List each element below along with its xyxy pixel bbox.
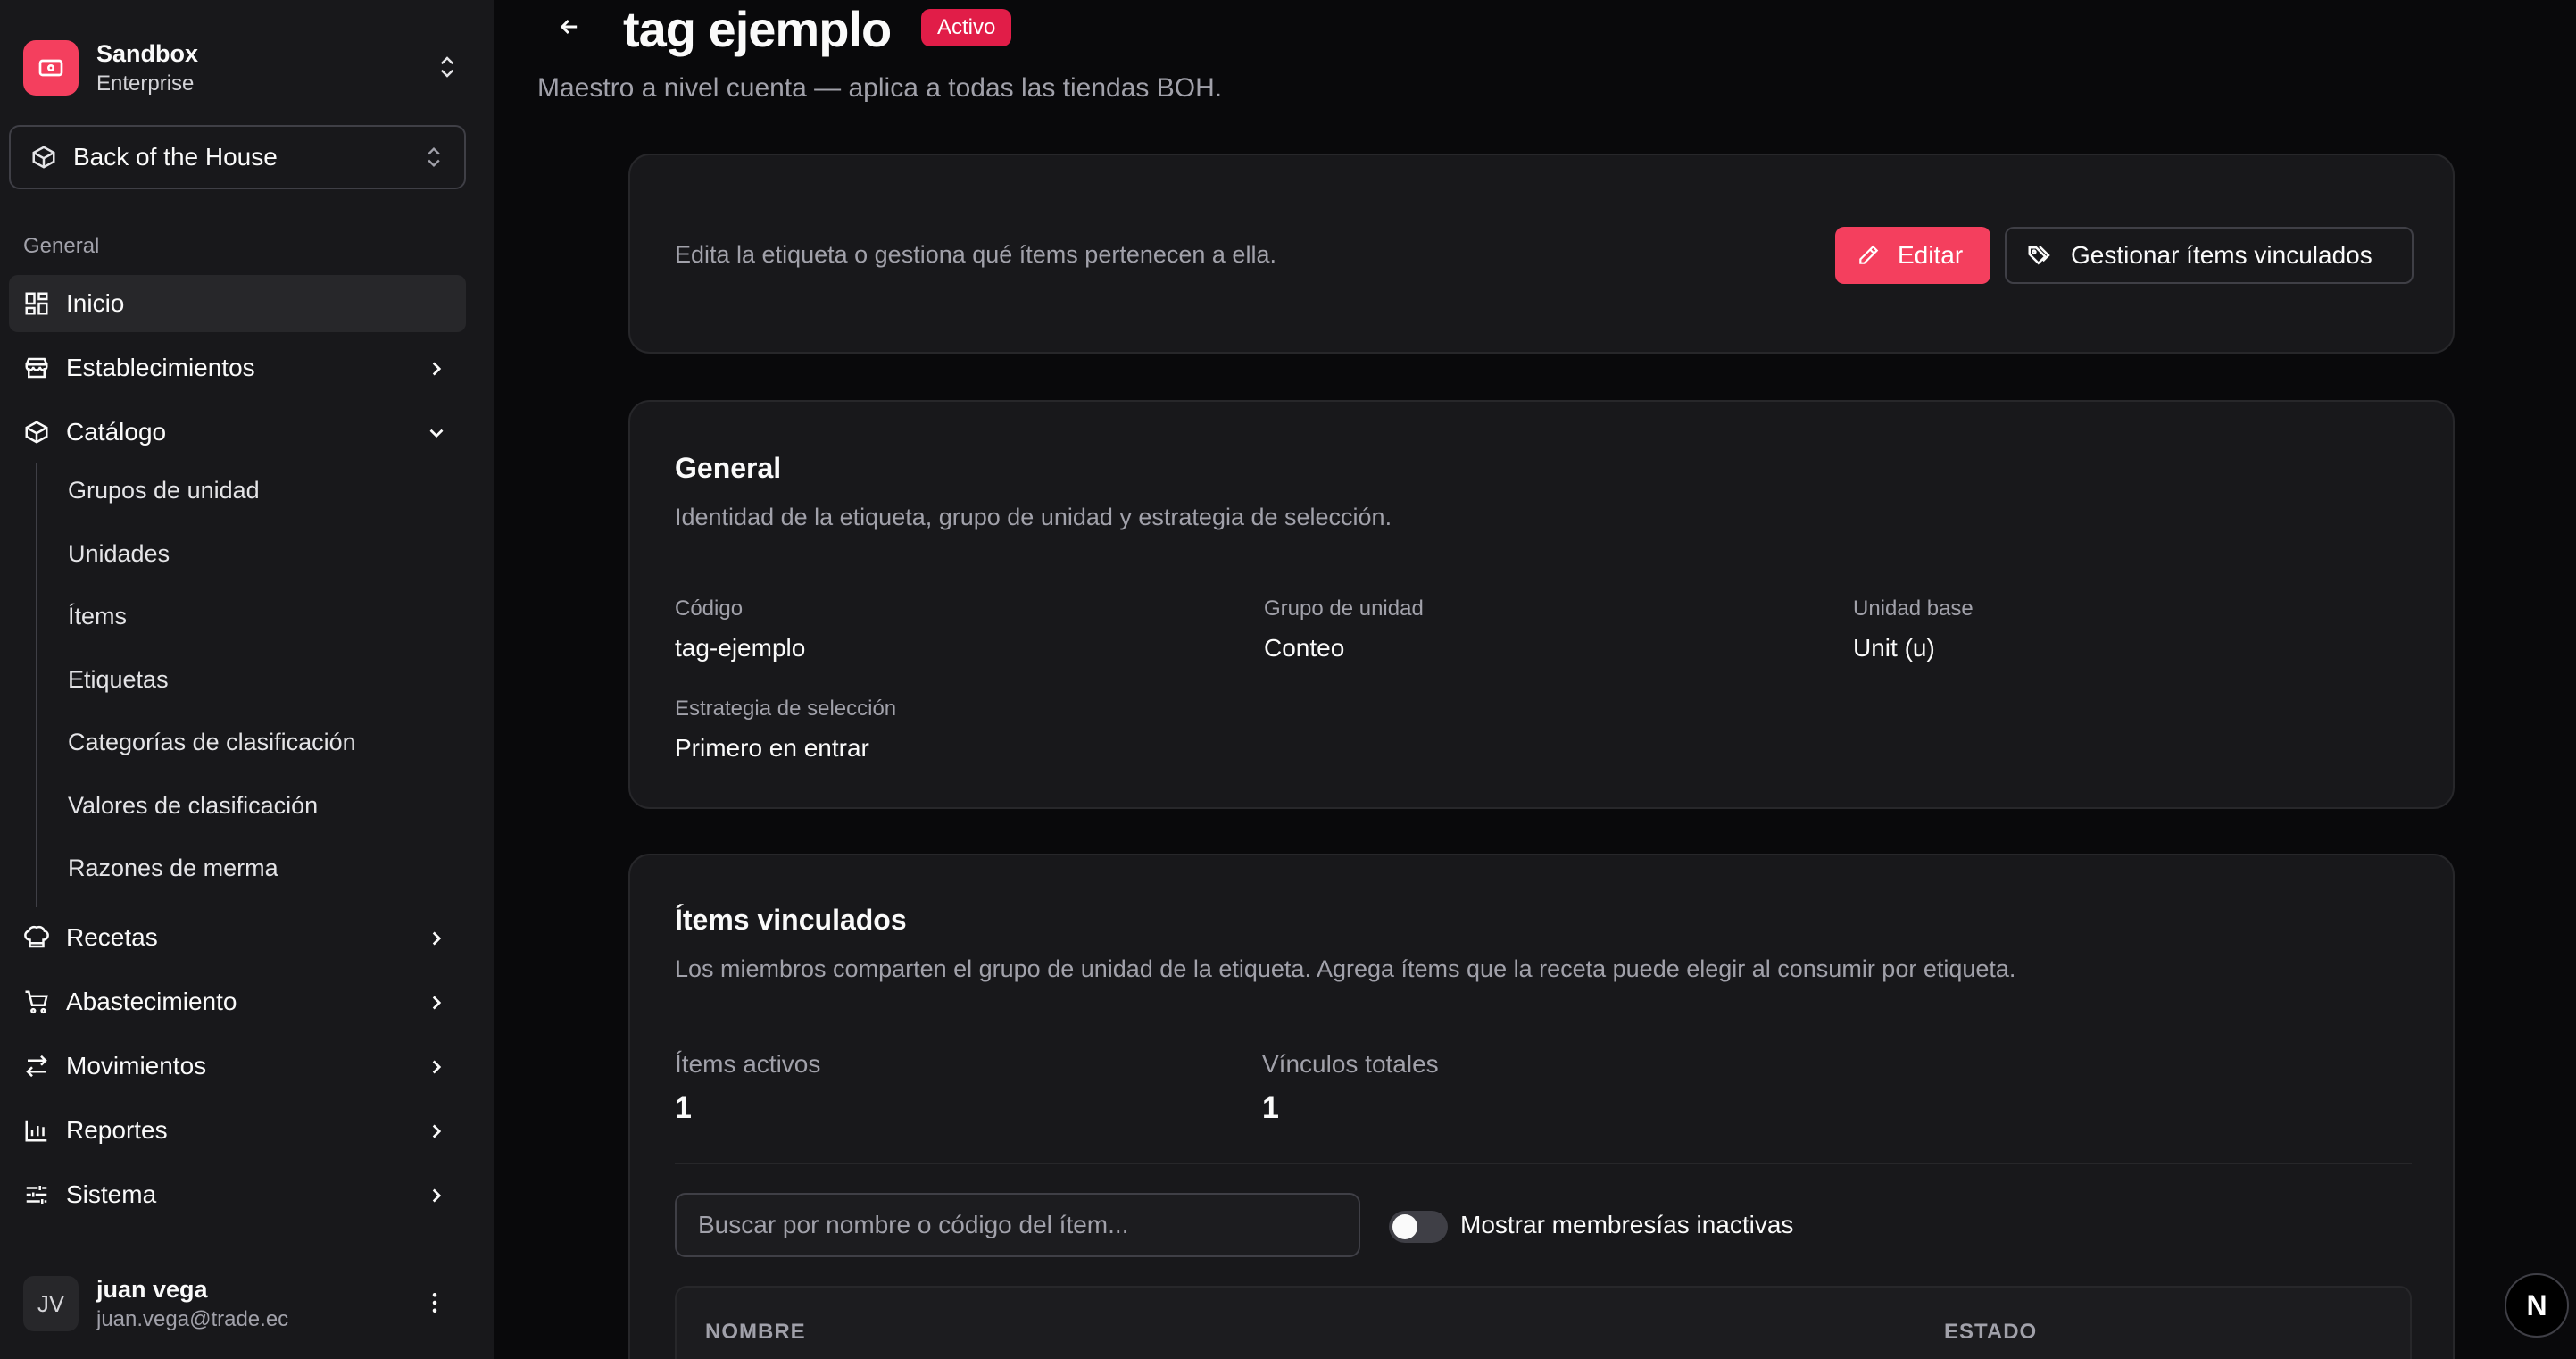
page-subtitle: Maestro a nivel cuenta — aplica a todas …	[537, 73, 1223, 103]
store-selector[interactable]: Back of the House	[9, 125, 466, 189]
sidebar-subitem-razones-de-merma[interactable]: Razones de merma	[68, 855, 278, 882]
linked-items-table: NOMBRE ESTADO	[675, 1286, 2412, 1359]
chef-hat-icon	[23, 924, 50, 951]
sidebar-item-establecimientos[interactable]: Establecimientos	[9, 339, 466, 396]
sidebar-item-sistema[interactable]: Sistema	[9, 1166, 466, 1223]
actions-description: Edita la etiqueta o gestiona qué ítems p…	[675, 241, 1276, 268]
arrows-icon	[23, 1053, 50, 1080]
show-inactive-toggle[interactable]	[1389, 1211, 1448, 1243]
sidebar-item-recetas[interactable]: Recetas	[9, 909, 466, 966]
field-value-estrategia: Primero en entrar	[675, 734, 869, 762]
toggle-knob	[1392, 1214, 1417, 1239]
field-value-unidad-base: Unit (u)	[1853, 634, 1935, 662]
back-arrow-icon[interactable]	[557, 14, 582, 39]
general-title: General	[675, 452, 782, 484]
box-icon	[30, 144, 57, 171]
manage-linked-items-button[interactable]: Gestionar ítems vinculados	[2005, 227, 2414, 284]
sidebar-item-label: Establecimientos	[66, 354, 255, 381]
sidebar-item-label: Recetas	[66, 923, 158, 951]
sidebar-item-label: Reportes	[66, 1116, 168, 1144]
stat-value-total: 1	[1262, 1091, 1279, 1125]
store-label: Back of the House	[73, 143, 278, 171]
stat-value-active: 1	[675, 1091, 692, 1125]
chevron-right-icon	[425, 927, 448, 950]
chevron-right-icon	[425, 1184, 448, 1207]
sidebar-item-catalogo[interactable]: Catálogo	[9, 404, 466, 461]
field-label-unidad-base: Unidad base	[1853, 596, 1974, 621]
org-name: Sandbox	[96, 39, 199, 67]
sidebar-item-movimientos[interactable]: Movimientos	[9, 1038, 466, 1095]
sidebar-item-label: Abastecimiento	[66, 988, 237, 1015]
sidebar-item-abastecimiento[interactable]: Abastecimiento	[9, 973, 466, 1030]
manage-button-label: Gestionar ítems vinculados	[2071, 241, 2372, 269]
chevron-right-icon	[425, 1055, 448, 1079]
divider	[675, 1163, 2412, 1164]
field-label-codigo: Código	[675, 596, 744, 621]
sidebar-item-label: Catálogo	[66, 418, 167, 446]
linked-items-title: Ítems vinculados	[675, 904, 907, 936]
sidebar-item-inicio[interactable]: Inicio	[9, 275, 466, 332]
sidebar-subitem-items[interactable]: Ítems	[68, 603, 127, 630]
tags-icon	[2026, 242, 2053, 269]
edit-button-label: Editar	[1898, 241, 1964, 269]
grid-icon	[23, 290, 50, 317]
stat-label-active: Ítems activos	[675, 1050, 821, 1078]
field-value-grupo: Conteo	[1264, 634, 1345, 662]
general-card: General Identidad de la etiqueta, grupo …	[628, 400, 2455, 809]
chevron-right-icon	[425, 357, 448, 380]
sidebar-subitem-valores[interactable]: Valores de clasificación	[68, 792, 318, 820]
chevron-right-icon	[425, 1120, 448, 1143]
sidebar-item-reportes[interactable]: Reportes	[9, 1102, 466, 1159]
linked-items-description: Los miembros comparten el grupo de unida…	[675, 955, 2016, 982]
sliders-icon	[23, 1181, 50, 1208]
field-label-grupo: Grupo de unidad	[1264, 596, 1424, 621]
org-logo-icon	[23, 40, 79, 96]
box-icon	[23, 419, 50, 446]
show-inactive-label: Mostrar membresías inactivas	[1460, 1211, 1794, 1238]
sidebar-item-label: Sistema	[66, 1180, 157, 1208]
pencil-icon	[1857, 244, 1880, 267]
user-email: juan.vega@trade.ec	[96, 1306, 289, 1331]
user-menu[interactable]: JV juan vega juan.vega@trade.ec	[23, 1271, 461, 1336]
avatar: JV	[23, 1276, 79, 1331]
user-name: juan vega	[96, 1275, 208, 1303]
status-badge: Activo	[921, 9, 1012, 46]
sidebar-item-label: Inicio	[66, 289, 125, 317]
search-input[interactable]	[675, 1193, 1360, 1257]
chevron-down-icon	[425, 421, 448, 445]
sidebar-subitem-etiquetas[interactable]: Etiquetas	[68, 666, 169, 694]
page-title: tag ejemplo	[623, 1, 892, 57]
chevrons-up-down-icon	[434, 54, 461, 80]
column-header-nombre[interactable]: NOMBRE	[705, 1320, 806, 1345]
field-value-codigo: tag-ejemplo	[675, 634, 806, 662]
chevrons-up-down-icon	[421, 145, 446, 170]
linked-items-card: Ítems vinculados Los miembros comparten …	[628, 854, 2455, 1359]
bar-chart-icon	[23, 1117, 50, 1144]
more-vertical-icon[interactable]	[421, 1289, 448, 1316]
dev-tools-button[interactable]: N	[2505, 1273, 2569, 1338]
sidebar-subitem-unidades[interactable]: Unidades	[68, 540, 170, 568]
sidebar-subitem-grupos-de-unidad[interactable]: Grupos de unidad	[68, 477, 260, 504]
chevron-right-icon	[425, 991, 448, 1014]
nav-section-label: General	[23, 234, 100, 258]
submenu-guide-line	[36, 463, 37, 907]
column-header-estado[interactable]: ESTADO	[1944, 1320, 2037, 1345]
actions-card: Edita la etiqueta o gestiona qué ítems p…	[628, 154, 2455, 354]
sidebar: Sandbox Enterprise Back of the House Gen…	[0, 0, 494, 1359]
sidebar-subitem-categorias[interactable]: Categorías de clasificación	[68, 729, 356, 756]
general-description: Identidad de la etiqueta, grupo de unida…	[675, 504, 1392, 530]
stat-label-total: Vínculos totales	[1262, 1050, 1439, 1078]
cart-icon	[23, 988, 50, 1015]
field-label-estrategia: Estrategia de selección	[675, 696, 897, 721]
org-plan: Enterprise	[96, 71, 195, 96]
sidebar-item-label: Movimientos	[66, 1052, 207, 1080]
store-icon	[23, 354, 50, 381]
org-switcher[interactable]: Sandbox Enterprise	[23, 39, 461, 96]
edit-button[interactable]: Editar	[1835, 227, 1990, 284]
